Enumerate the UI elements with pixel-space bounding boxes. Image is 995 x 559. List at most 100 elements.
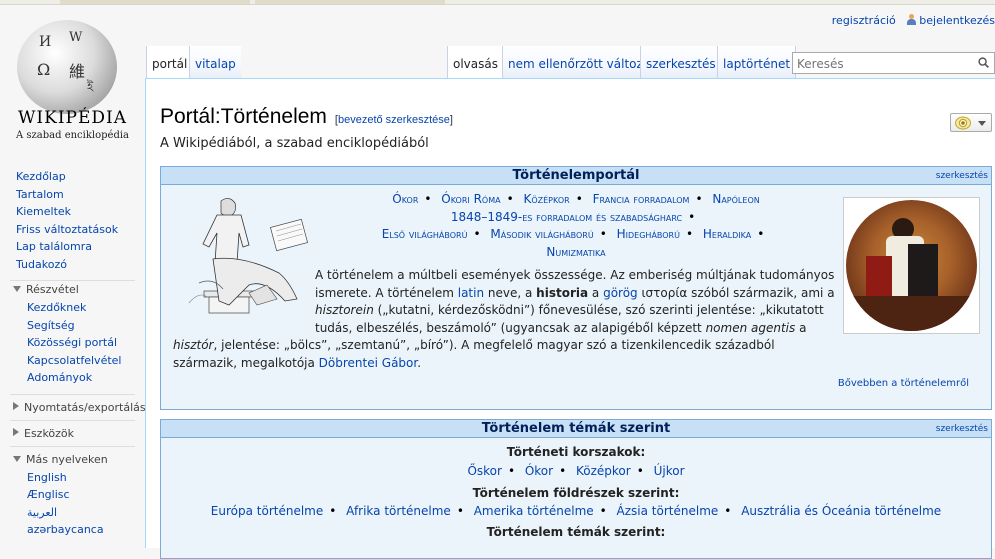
user-icon — [907, 14, 917, 25]
topics-box: Történelem témák szerint szerkesztés Tör… — [160, 419, 992, 559]
periods-heading: Történeti korszakok: — [506, 445, 646, 459]
print-toggle[interactable]: Nyomtatás/exportálás — [10, 399, 146, 417]
text-float-spacer — [173, 267, 315, 323]
expand-arrow-icon — [13, 427, 19, 436]
page-title: Portál:Történelem [bevezető szerkesztése] — [160, 105, 453, 128]
personal-tools: regisztráció bejelentkezés — [832, 14, 995, 27]
tab-pending-changes[interactable]: nem ellenőrzött változat — [502, 46, 660, 78]
continent-link[interactable]: Amerika történelme — [474, 504, 594, 518]
print-portlet: Nyomtatás/exportálás — [10, 393, 146, 420]
browser-top-strip — [0, 0, 995, 5]
tabs-spacer — [236, 46, 446, 78]
language-link[interactable]: English — [10, 469, 135, 487]
latin-link[interactable]: latin — [458, 286, 484, 300]
sidebar-item-featured[interactable]: Kiemeltek — [0, 203, 145, 221]
topic-link[interactable]: Hidegháború — [617, 227, 680, 241]
tab-edit[interactable]: szerkesztés — [640, 46, 721, 78]
topics-box-header: Történelem témák szerint szerkesztés — [161, 420, 991, 438]
expand-arrow-icon — [13, 401, 19, 410]
tab-portal[interactable]: portál — [146, 46, 193, 78]
search-icon[interactable] — [978, 57, 989, 68]
history-painting — [843, 197, 980, 334]
sidebar-item-donate[interactable]: Adományok — [10, 369, 135, 387]
sidebar-item-reference-desk[interactable]: Tudakozó — [0, 256, 145, 274]
continent-link[interactable]: Ausztrália és Óceánia történelme — [741, 504, 941, 518]
portal-box-header: Történelemportál szerkesztés — [161, 167, 991, 185]
language-link[interactable]: Ænglisc — [10, 486, 135, 504]
more-about-history-link[interactable]: Bővebben a történelemről — [838, 378, 969, 389]
period-link[interactable]: Őskor — [467, 464, 502, 478]
tab-portal-label[interactable]: portál — [152, 57, 187, 71]
collapse-arrow-icon — [13, 455, 21, 462]
content-area: Portál:Történelem [bevezető szerkesztése]… — [145, 78, 995, 559]
sidebar-item-help[interactable]: Segítség — [10, 317, 135, 335]
topic-link[interactable]: Ókori Róma — [441, 192, 500, 206]
topic-link[interactable]: Heraldika — [703, 227, 751, 241]
tab-read-label[interactable]: olvasás — [453, 57, 498, 71]
topics-box-edit-link[interactable]: szerkesztés — [936, 420, 988, 438]
period-link[interactable]: Ókor — [525, 464, 553, 478]
topic-link[interactable]: Ókor — [392, 192, 418, 206]
portal-intro-text: A történelem a múltbeli események összes… — [173, 267, 835, 370]
languages-toggle[interactable]: Más nyelveken — [10, 451, 135, 469]
browser-tab[interactable] — [255, 0, 445, 4]
topic-link[interactable]: Napóleon — [712, 192, 759, 206]
tab-read[interactable]: olvasás — [447, 46, 503, 78]
portal-box: Történelemportál szerkesztés Ókor • Ókor… — [160, 166, 992, 410]
continents-heading: Történelem földrészek szerint: — [472, 485, 680, 500]
sidebar-item-beginners[interactable]: Kezdőknek — [10, 299, 135, 317]
sidebar-item-random[interactable]: Lap találomra — [0, 238, 145, 256]
period-link[interactable]: Középkor — [576, 464, 631, 478]
tools-toggle[interactable]: Eszközök — [10, 425, 135, 443]
topic-link[interactable]: Első világháború — [382, 227, 468, 241]
search-box[interactable] — [792, 52, 995, 74]
search-input[interactable] — [793, 54, 973, 74]
continent-link[interactable]: Afrika történelme — [346, 504, 451, 518]
greek-link[interactable]: görög — [603, 286, 638, 300]
continent-link[interactable]: Ázsia történelme — [617, 504, 719, 518]
intro-edit-link[interactable]: bevezető szerkesztése — [338, 114, 450, 126]
author-link[interactable]: Döbrentei Gábor — [319, 356, 418, 370]
sidebar-item-community-portal[interactable]: Közösségi portál — [10, 334, 135, 352]
participate-toggle[interactable]: Részvétel — [10, 281, 135, 299]
tab-talk-label[interactable]: vitalap — [195, 57, 236, 71]
tab-pending-label[interactable]: nem ellenőrzött változat — [508, 57, 655, 71]
topic-link[interactable]: Középkor — [523, 192, 569, 206]
periods-links: Őskor • Ókor • Középkor • Újkor — [467, 464, 685, 478]
topic-link[interactable]: Francia forradalom — [593, 192, 690, 206]
puzzle-globe-icon: И W Ω 維 ই — [17, 20, 117, 114]
portal-topic-links: Ókor • Ókori Róma • Középkor • Francia forr… — [381, 192, 765, 259]
language-link[interactable]: العربية — [10, 504, 135, 522]
site-subtitle: A Wikipédiából, a szabad enciklopédiából — [160, 136, 429, 151]
collapse-arrow-icon — [13, 286, 21, 292]
participate-portlet: Részvétel Kezdőknek Segítség Közösségi p… — [10, 280, 135, 387]
language-link[interactable]: azərbaycanca — [10, 521, 135, 539]
sidebar-item-contents[interactable]: Tartalom — [0, 186, 145, 204]
topic-link[interactable]: 1848–1849-es forradalom és szabadságharc — [451, 210, 682, 224]
continent-link[interactable]: Európa történelme — [211, 504, 323, 518]
sidebar-item-contact[interactable]: Kapcsolatfelvétel — [10, 352, 135, 370]
sidebar: Kezdőlap Tartalom Kiemeltek Friss változ… — [0, 168, 146, 539]
tools-portlet: Eszközök — [10, 419, 135, 446]
languages-portlet: Más nyelveken English Ænglisc العربية az… — [10, 445, 135, 539]
period-link[interactable]: Újkor — [654, 464, 685, 478]
topic-link[interactable]: Második világháború — [490, 227, 593, 241]
eye-icon — [955, 116, 971, 130]
topic-link[interactable]: Numizmatika — [546, 245, 605, 259]
tab-edit-label[interactable]: szerkesztés — [646, 57, 716, 71]
tab-history[interactable]: laptörténet — [717, 46, 797, 78]
tab-history-label[interactable]: laptörténet — [723, 57, 790, 71]
watch-button[interactable] — [950, 113, 992, 132]
logo-wordmark: WIKIPÉDIA — [17, 108, 128, 128]
logo-tagline: A szabad enciklopédia — [15, 130, 130, 141]
sidebar-item-main-page[interactable]: Kezdőlap — [0, 168, 145, 186]
browser-tab[interactable] — [60, 0, 250, 4]
sidebar-item-recent-changes[interactable]: Friss változtatások — [0, 221, 145, 239]
tab-talk[interactable]: vitalap — [189, 46, 241, 78]
portal-box-edit-link[interactable]: szerkesztés — [936, 167, 988, 185]
dropdown-arrow-icon — [978, 121, 986, 126]
topics-heading: Történelem témák szerint: — [486, 525, 666, 539]
login-link[interactable]: bejelentkezés — [919, 14, 995, 27]
wikipedia-logo[interactable]: И W Ω 維 ই WIKIPÉDIA A szabad enciklopédi… — [0, 12, 145, 154]
register-link[interactable]: regisztráció — [832, 14, 896, 27]
